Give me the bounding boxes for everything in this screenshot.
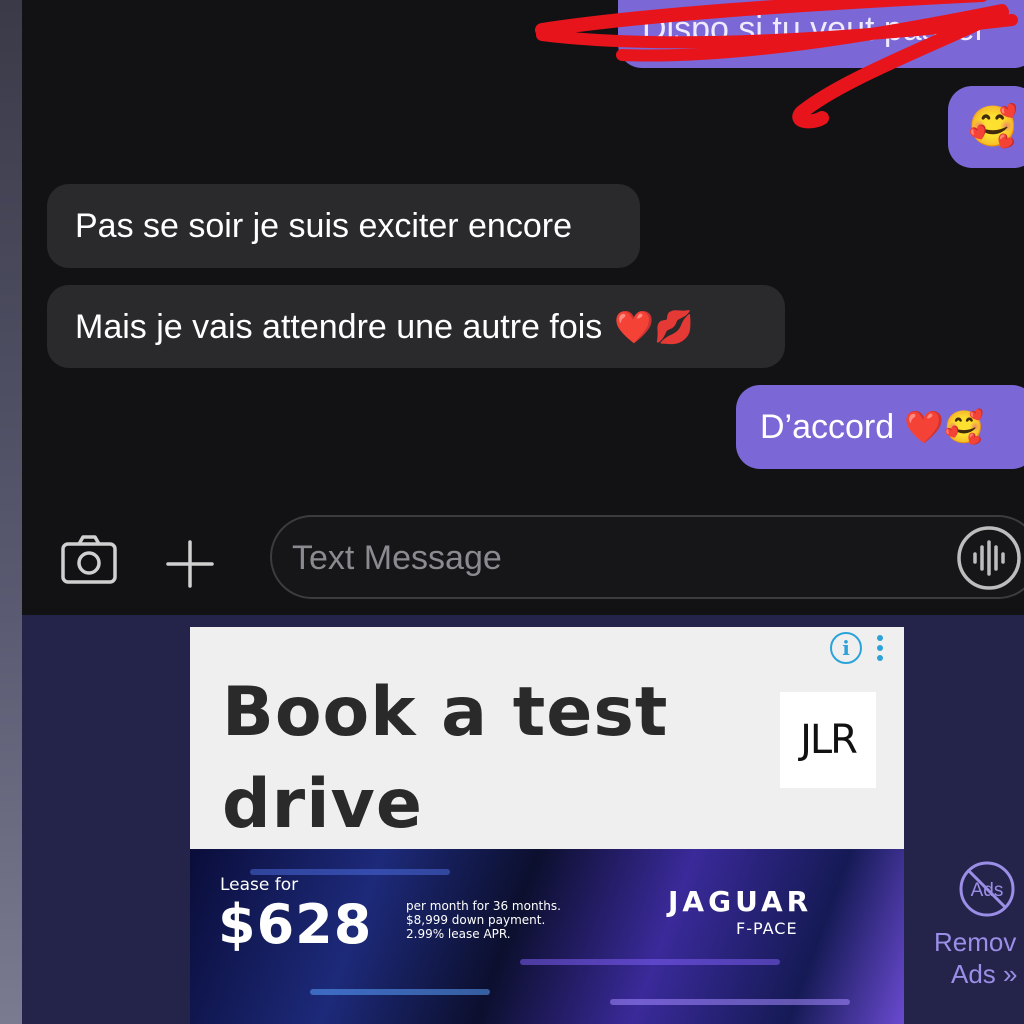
message-text: D’accord bbox=[760, 408, 895, 446]
message-bubble-outgoing[interactable]: Dispo si tu veut passer bbox=[618, 0, 1024, 68]
message-bubble-incoming[interactable]: Mais je vais attendre une autre fois ❤️💋 bbox=[47, 285, 785, 368]
message-text: Mais je vais attendre une autre fois bbox=[75, 307, 603, 346]
model-name: F-PACE bbox=[736, 919, 798, 938]
lease-term-line: per month for 36 months. bbox=[406, 899, 561, 913]
logo-text: JLR bbox=[800, 717, 858, 763]
ad-headline: Book a test drive bbox=[222, 673, 669, 844]
voice-message-button[interactable] bbox=[956, 525, 1022, 591]
ad-hero-image: Lease for $628 per month for 36 months. … bbox=[190, 849, 904, 1024]
lease-term-line: $8,999 down payment. bbox=[406, 913, 546, 927]
lease-term-line: 2.99% lease APR. bbox=[406, 927, 511, 941]
remove-ads-label: Ads » bbox=[951, 959, 1018, 989]
message-emoji: 🥰 bbox=[968, 104, 1018, 150]
lease-terms: per month for 36 months. $8,999 down pay… bbox=[406, 899, 561, 941]
svg-text:Ads: Ads bbox=[971, 880, 1004, 901]
voice-waveform-icon bbox=[957, 526, 1021, 590]
add-attachment-button[interactable] bbox=[160, 534, 220, 594]
message-bubble-outgoing[interactable]: 🥰 bbox=[948, 86, 1024, 168]
message-emoji: ❤️🥰 bbox=[904, 408, 984, 446]
ad-banner-card[interactable]: Book a test drive i JLR Lease for $628 p… bbox=[190, 627, 904, 1024]
no-ads-icon: Ads bbox=[959, 861, 1015, 917]
brand-name: JAGUAR bbox=[668, 885, 813, 918]
remove-ads-label: Remov bbox=[934, 927, 1017, 957]
info-icon[interactable]: i bbox=[830, 632, 862, 664]
message-emoji: ❤️💋 bbox=[614, 307, 694, 346]
message-text: Dispo si tu veut passer bbox=[642, 10, 986, 48]
camera-button[interactable] bbox=[56, 530, 122, 590]
left-edge-strip bbox=[0, 0, 22, 1024]
message-input[interactable] bbox=[290, 535, 934, 581]
camera-icon bbox=[61, 535, 117, 584]
kebab-menu-icon[interactable] bbox=[874, 635, 886, 665]
message-bubble-incoming[interactable]: Pas se soir je suis exciter encore bbox=[47, 184, 640, 268]
lease-price: $628 bbox=[218, 893, 373, 956]
message-bubble-outgoing[interactable]: D’accord ❤️🥰 bbox=[736, 385, 1024, 469]
jlr-logo: JLR bbox=[780, 692, 876, 788]
message-input-container[interactable] bbox=[270, 515, 1024, 599]
message-text: Pas se soir je suis exciter encore bbox=[75, 207, 572, 245]
lease-label: Lease for bbox=[220, 875, 299, 895]
ad-container: Book a test drive i JLR Lease for $628 p… bbox=[22, 615, 1024, 1024]
message-composer bbox=[22, 510, 1024, 615]
plus-icon bbox=[166, 540, 214, 588]
